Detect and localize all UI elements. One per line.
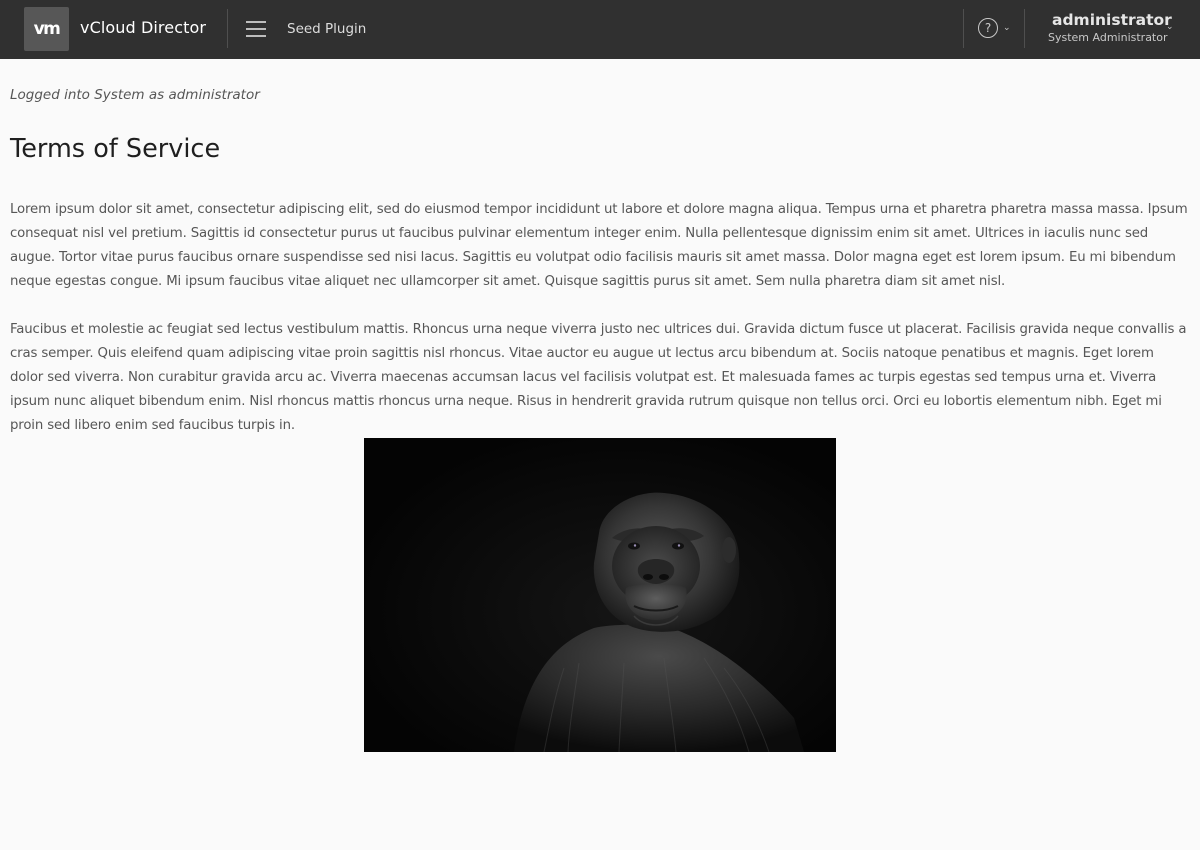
gorilla-photo [364,438,836,752]
login-status-text: Logged into System as administrator [10,87,260,103]
user-role: System Administrator [1048,31,1168,44]
top-navigation-bar: vm vCloud Director Seed Plugin ? ⌄ admin… [0,0,1200,59]
chevron-down-icon: ⌄ [1003,23,1011,33]
app-title[interactable]: vCloud Director [80,17,206,39]
vmware-logo[interactable]: vm [24,7,69,51]
header-divider [227,9,228,48]
header-divider [1024,9,1025,48]
user-name: administrator [1052,11,1172,29]
hamburger-menu-icon[interactable] [245,19,267,39]
nav-link-seed-plugin[interactable]: Seed Plugin [287,20,366,38]
user-menu-button[interactable]: administrator System Administrator ⌄ [1040,10,1190,50]
terms-paragraph: Faucibus et molestie ac feugiat sed lect… [10,322,1187,433]
page-title: Terms of Service [10,134,221,164]
help-circle-icon: ? [978,18,998,38]
header-divider [963,9,964,48]
help-menu-button[interactable]: ? ⌄ [977,18,1013,40]
chevron-down-icon: ⌄ [1166,22,1174,32]
terms-paragraph: Lorem ipsum dolor sit amet, consectetur … [10,202,1188,289]
